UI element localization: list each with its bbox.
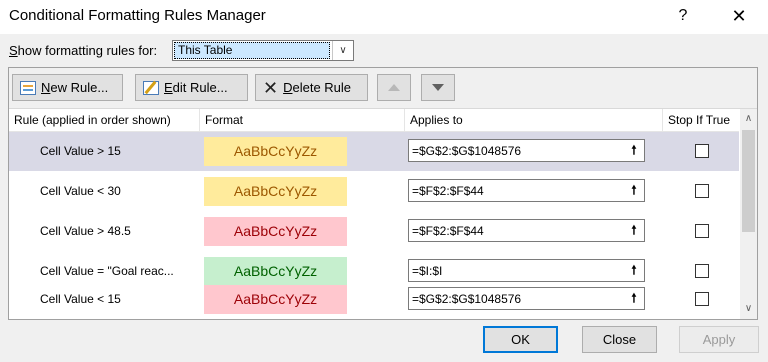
table-row[interactable]: Cell Value < 30 AaBbCcYyZz =$F$2:$F$44 🠕 [9, 172, 739, 211]
format-sample: AaBbCcYyZz [204, 217, 347, 246]
stop-if-true-checkbox[interactable] [695, 144, 709, 158]
show-rules-selected-value: This Table [174, 42, 330, 59]
applies-to-field[interactable]: =$G$2:$G$1048576 🠕 [408, 287, 645, 310]
header-stop-if-true[interactable]: Stop If True [663, 109, 739, 131]
collapse-range-icon[interactable]: 🠕 [626, 262, 642, 279]
triangle-up-icon [388, 84, 400, 91]
move-up-button[interactable] [377, 74, 411, 101]
applies-to-value: =$G$2:$G$1048576 [412, 292, 522, 306]
table-row[interactable]: Cell Value > 15 AaBbCcYyZz =$G$2:$G$1048… [9, 132, 739, 171]
show-rules-dropdown[interactable]: This Table ∨ [172, 40, 354, 61]
delete-rule-button[interactable]: ✕ Delete Rule [255, 74, 368, 101]
show-rules-label-text: how formatting rules for: [17, 43, 158, 58]
scroll-up-icon[interactable]: ∧ [740, 111, 757, 127]
new-rule-icon [20, 80, 36, 95]
show-rules-access-key: S [9, 43, 18, 58]
rules-table: Rule (applied in order shown) Format App… [9, 109, 757, 319]
help-button[interactable]: ? [666, 4, 700, 28]
rule-description: Cell Value > 15 [40, 144, 121, 158]
applies-to-value: =$F$2:$F$44 [412, 184, 484, 198]
chevron-down-icon[interactable]: ∨ [332, 41, 353, 60]
show-rules-label: Show formatting rules for: [9, 43, 157, 58]
triangle-down-icon [432, 84, 444, 91]
header-applies-to[interactable]: Applies to [405, 109, 663, 131]
stop-if-true-checkbox[interactable] [695, 292, 709, 306]
delete-rule-label: Delete Rule [283, 80, 352, 95]
collapse-range-icon[interactable]: 🠕 [626, 222, 642, 239]
close-window-button[interactable]: ✕ [722, 4, 756, 28]
applies-to-field[interactable]: =$F$2:$F$44 🠕 [408, 219, 645, 242]
edit-rule-label: Edit Rule... [164, 80, 228, 95]
collapse-range-icon[interactable]: 🠕 [626, 182, 642, 199]
stop-if-true-checkbox[interactable] [695, 184, 709, 198]
table-row[interactable]: Cell Value < 15 AaBbCcYyZz =$G$2:$G$1048… [9, 280, 739, 319]
collapse-range-icon[interactable]: 🠕 [626, 142, 642, 159]
apply-button[interactable]: Apply [679, 326, 759, 353]
format-sample: AaBbCcYyZz [204, 137, 347, 166]
stop-if-true-checkbox[interactable] [695, 264, 709, 278]
header-format[interactable]: Format [200, 109, 405, 131]
applies-to-value: =$I:$I [412, 264, 443, 278]
table-header: Rule (applied in order shown) Format App… [9, 109, 739, 132]
scrollbar-thumb[interactable] [742, 130, 755, 232]
rule-description: Cell Value < 15 [40, 292, 121, 306]
new-rule-button[interactable]: New Rule... [12, 74, 123, 101]
header-rule[interactable]: Rule (applied in order shown) [9, 109, 200, 131]
rule-description: Cell Value < 30 [40, 184, 121, 198]
vertical-scrollbar[interactable]: ∧ ∨ [740, 109, 757, 319]
close-button[interactable]: Close [582, 326, 657, 353]
rule-description: Cell Value > 48.5 [40, 224, 131, 238]
delete-x-icon: ✕ [263, 77, 279, 98]
new-rule-label: New Rule... [41, 80, 109, 95]
applies-to-field[interactable]: =$G$2:$G$1048576 🠕 [408, 139, 645, 162]
title-bar: Conditional Formatting Rules Manager ? ✕ [0, 0, 768, 34]
rules-panel: New Rule... Edit Rule... ✕ Delete Rule R… [8, 67, 758, 320]
rules-toolbar: New Rule... Edit Rule... ✕ Delete Rule [9, 68, 757, 109]
table-row[interactable]: Cell Value > 48.5 AaBbCcYyZz =$F$2:$F$44… [9, 212, 739, 251]
stop-if-true-checkbox[interactable] [695, 224, 709, 238]
applies-to-field[interactable]: =$I:$I 🠕 [408, 259, 645, 282]
applies-to-value: =$F$2:$F$44 [412, 224, 484, 238]
scroll-down-icon[interactable]: ∨ [740, 301, 757, 317]
move-down-button[interactable] [421, 74, 455, 101]
window-title: Conditional Formatting Rules Manager [9, 7, 266, 24]
format-sample: AaBbCcYyZz [204, 285, 347, 314]
applies-to-value: =$G$2:$G$1048576 [412, 144, 522, 158]
edit-rule-icon [143, 80, 159, 95]
edit-rule-button[interactable]: Edit Rule... [135, 74, 248, 101]
format-sample: AaBbCcYyZz [204, 177, 347, 206]
ok-button[interactable]: OK [483, 326, 558, 353]
applies-to-field[interactable]: =$F$2:$F$44 🠕 [408, 179, 645, 202]
collapse-range-icon[interactable]: 🠕 [626, 290, 642, 307]
rule-description: Cell Value = "Goal reac... [40, 264, 174, 278]
